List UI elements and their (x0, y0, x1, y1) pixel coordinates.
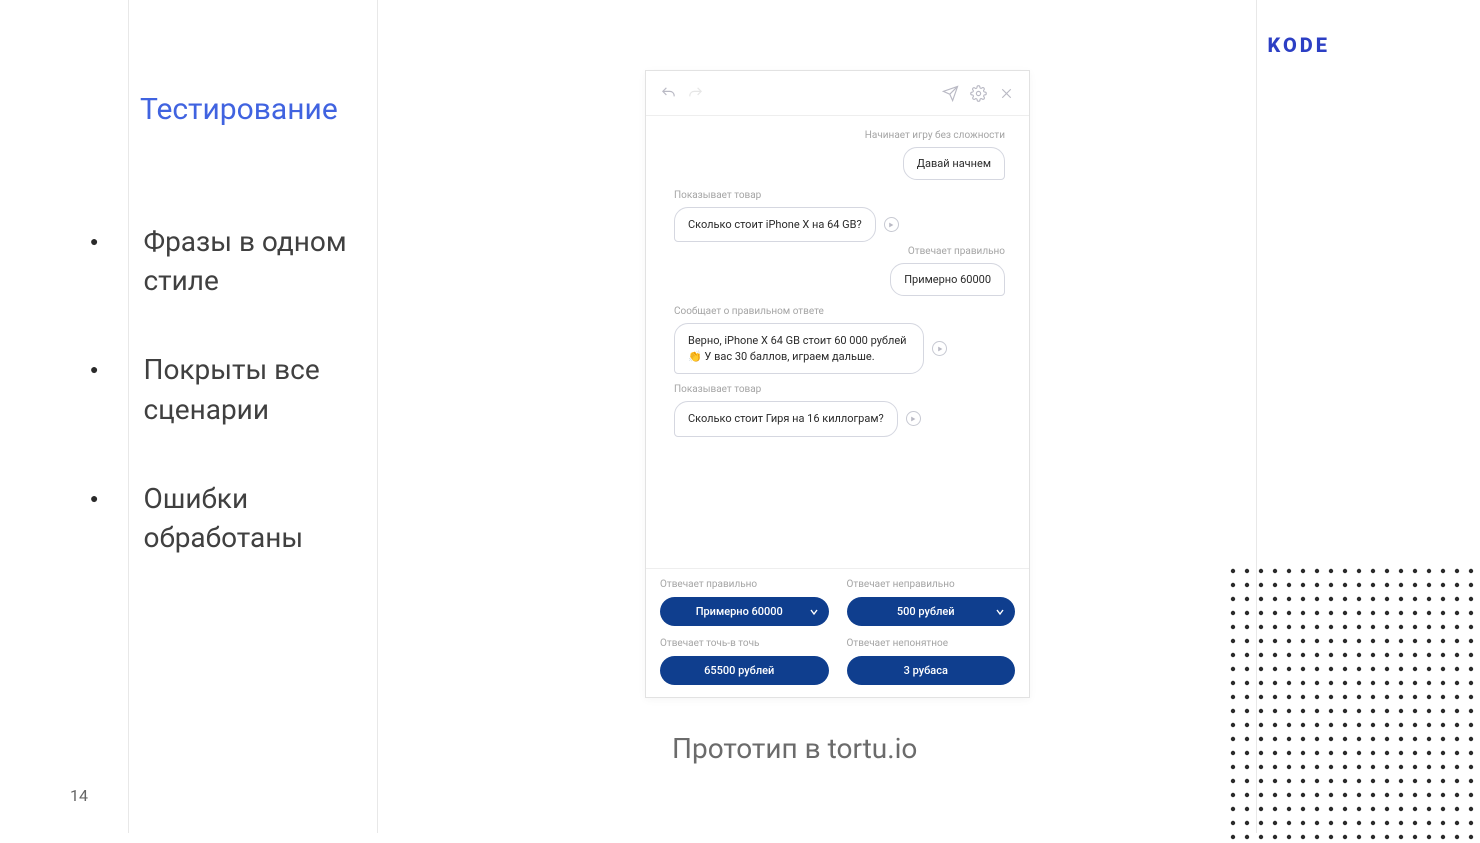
play-icon[interactable] (906, 411, 921, 426)
option-label: Отвечает неправильно (847, 579, 1016, 590)
option-value: 65500 рублей (704, 664, 774, 677)
app-prototype-panel: Начинает игру без сложности Давай начнем… (645, 70, 1030, 698)
message-label: Показывает товар (674, 384, 1017, 395)
option-value: Примерно 60000 (696, 605, 783, 618)
chevron-down-icon (809, 607, 819, 617)
send-icon[interactable] (942, 85, 959, 102)
chat-bubble-bot: Верно, iPhone X 64 GB стоит 60 000 рубле… (674, 323, 924, 374)
message-label: Показывает товар (674, 190, 1017, 201)
message-label: Отвечает правильно (658, 246, 1005, 257)
message-label: Начинает игру без сложности (658, 130, 1005, 141)
list-item: ● Покрыты все сценарии (90, 350, 383, 428)
bullet-list: ● Фразы в одном стиле ● Покрыты все сцен… (90, 222, 383, 607)
option-value: 500 рублей (897, 605, 955, 618)
message-label: Сообщает о правильном ответе (674, 306, 1017, 317)
app-toolbar (646, 71, 1029, 116)
list-item: ● Ошибки обработаны (90, 479, 383, 557)
chat-bubble-user: Давай начнем (903, 147, 1005, 180)
decorative-dots (1230, 568, 1480, 843)
response-options: Отвечает правильно Примерно 60000 Отвеча… (646, 568, 1029, 697)
chat-bubble-user: Примерно 60000 (890, 263, 1005, 296)
option-pill[interactable]: Примерно 60000 (660, 597, 829, 626)
option-label: Отвечает непонятное (847, 638, 1016, 649)
option-value: 3 рубаса (904, 664, 948, 677)
gear-icon[interactable] (970, 85, 987, 102)
bullet-icon: ● (90, 361, 98, 378)
option-pill[interactable]: 3 рубаса (847, 656, 1016, 685)
bullet-icon: ● (90, 490, 98, 507)
slide-title: Тестирование (140, 92, 338, 127)
bullet-text: Покрыты все сценарии (143, 350, 383, 428)
option-label: Отвечает правильно (660, 579, 829, 590)
undo-icon[interactable] (660, 85, 677, 102)
play-icon[interactable] (932, 341, 947, 356)
chat-bubble-bot: Сколько стоит iPhone X на 64 GB? (674, 207, 876, 242)
chat-bubble-bot: Сколько стоит Гиря на 16 киллограм? (674, 401, 898, 436)
screenshot-caption: Прототип в tortu.io (672, 732, 917, 765)
page-number: 14 (70, 786, 88, 805)
bullet-text: Фразы в одном стиле (143, 222, 383, 300)
bullet-text: Ошибки обработаны (143, 479, 383, 557)
bullet-icon: ● (90, 233, 98, 250)
option-pill[interactable]: 500 рублей (847, 597, 1016, 626)
option-pill[interactable]: 65500 рублей (660, 656, 829, 685)
list-item: ● Фразы в одном стиле (90, 222, 383, 300)
brand-logo: KODE (1268, 33, 1330, 57)
redo-icon[interactable] (687, 85, 704, 102)
play-icon[interactable] (884, 217, 899, 232)
option-label: Отвечает точь-в точь (660, 638, 829, 649)
chat-body: Начинает игру без сложности Давай начнем… (646, 116, 1029, 568)
close-icon[interactable] (998, 85, 1015, 102)
chevron-down-icon (995, 607, 1005, 617)
